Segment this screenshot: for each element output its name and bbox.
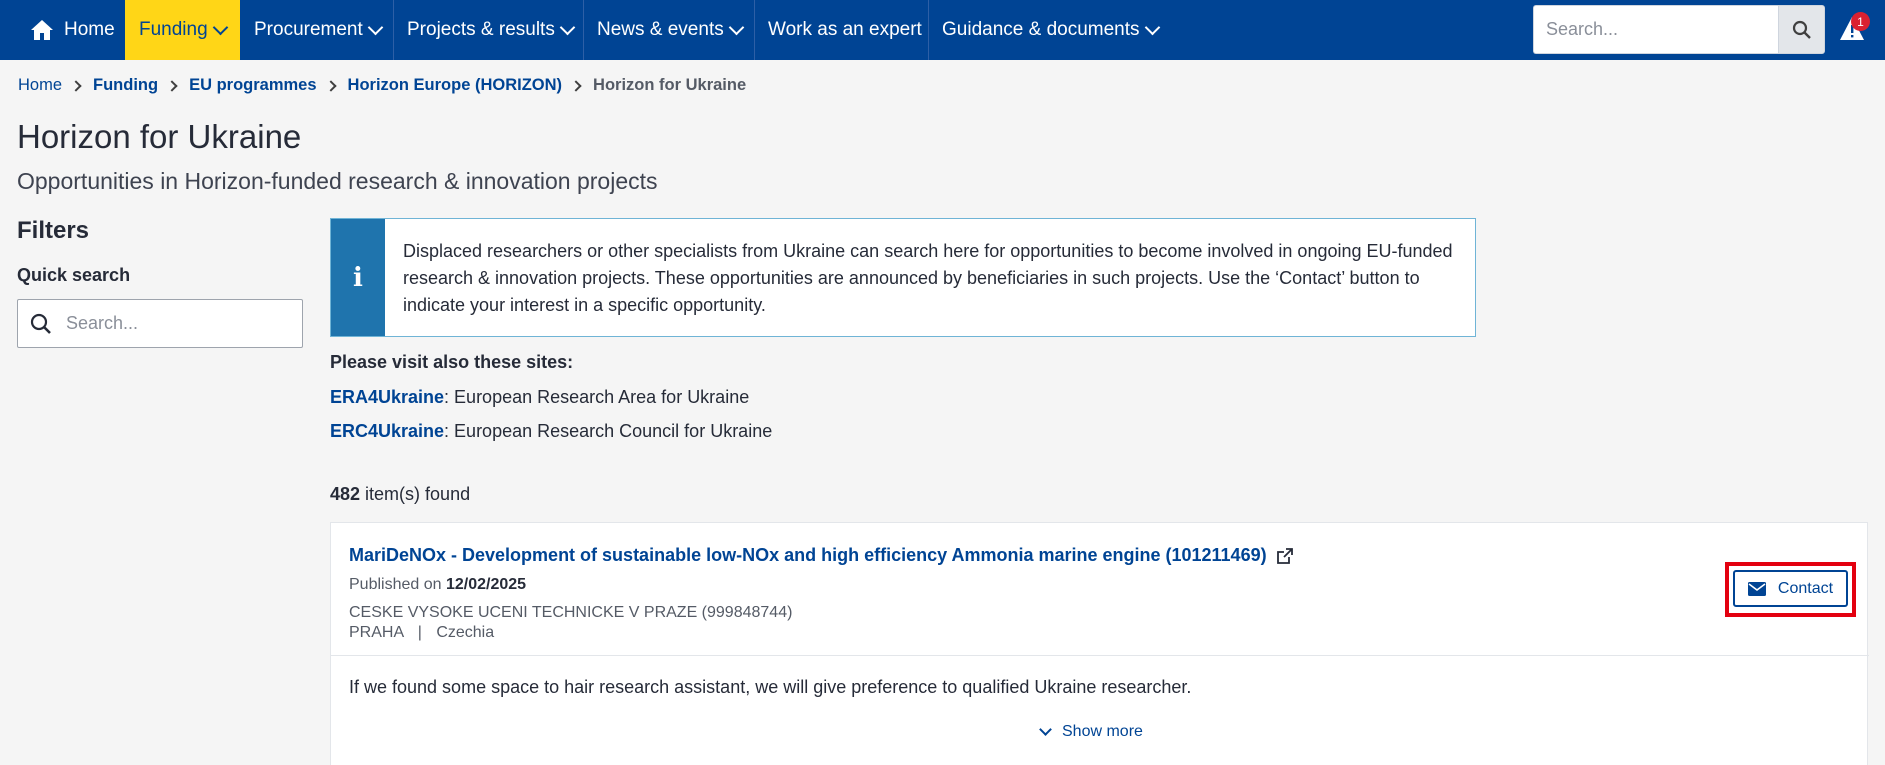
quick-search-label: Quick search	[17, 265, 131, 285]
nav-procurement[interactable]: Procurement	[240, 0, 395, 60]
nav-guidance-label: Guidance & documents	[942, 19, 1140, 40]
site-search-input[interactable]: Search...	[1533, 5, 1779, 54]
show-more-label: Show more	[1062, 723, 1143, 740]
search-icon	[1792, 20, 1811, 39]
opportunity-card: MariDeNOx - Development of sustainable l…	[330, 522, 1869, 765]
visit-site-desc: : European Research Council for Ukraine	[444, 421, 773, 441]
chevron-right-icon	[166, 79, 178, 92]
breadcrumb-horizon-europe[interactable]: Horizon Europe (HORIZON)	[348, 76, 562, 95]
published-date-value: 12/02/2025	[445, 576, 527, 593]
top-navigation: Home Funding Procurement Projects & resu…	[0, 0, 1885, 60]
nav-news-events[interactable]: News & events	[583, 0, 756, 60]
opportunity-title: MariDeNOx - Development of sustainable l…	[349, 545, 1267, 565]
alert-count-badge: 1	[1851, 12, 1870, 31]
results-count: 482 item(s) found	[330, 484, 470, 505]
era4ukraine-link[interactable]: ERA4Ukraine	[330, 387, 444, 407]
city: PRAHA	[349, 624, 404, 641]
search-icon	[30, 313, 51, 334]
nav-projects-results[interactable]: Projects & results	[393, 0, 587, 60]
info-line: Displaced researchers or other specialis…	[403, 241, 1453, 261]
nav-guidance-documents[interactable]: Guidance & documents	[928, 0, 1172, 60]
chevron-down-icon	[559, 19, 576, 35]
home-icon	[31, 20, 53, 40]
show-more-button[interactable]: Show more	[1039, 723, 1143, 741]
nav-home[interactable]: Home	[16, 0, 129, 60]
organisation-location: PRAHA | Czechia	[349, 624, 494, 642]
chevron-down-icon	[1144, 19, 1160, 35]
contact-button[interactable]: Contact	[1733, 570, 1848, 607]
nav-news-label: News & events	[597, 19, 724, 40]
nav-home-label: Home	[64, 19, 115, 40]
breadcrumb: Home Funding EU programmes Horizon Europ…	[18, 76, 746, 95]
chevron-down-icon	[1039, 723, 1052, 736]
external-link-icon	[1276, 547, 1293, 564]
chevron-right-icon	[570, 79, 582, 92]
chevron-right-icon	[324, 79, 337, 92]
page-subtitle: Opportunities in Horizon-funded research…	[17, 168, 658, 194]
results-count-suffix: item(s) found	[360, 484, 471, 504]
visit-site-row: ERC4Ukraine: European Research Council f…	[330, 421, 772, 442]
results-count-number: 482	[330, 484, 361, 504]
site-search-button[interactable]	[1778, 5, 1825, 54]
envelope-icon	[1747, 581, 1766, 596]
nav-procurement-label: Procurement	[254, 19, 363, 40]
organisation-name: CESKE VYSOKE UCENI TECHNICKE V PRAZE (99…	[349, 604, 793, 621]
chevron-down-icon	[728, 19, 745, 35]
breadcrumb-funding[interactable]: Funding	[93, 76, 158, 95]
contact-label: Contact	[1777, 579, 1834, 597]
info-text: Displaced researchers or other specialis…	[403, 238, 1463, 319]
page-title: Horizon for Ukraine	[17, 118, 302, 155]
opportunity-title-link[interactable]: MariDeNOx - Development of sustainable l…	[349, 545, 1293, 566]
breadcrumb-eu-programmes[interactable]: EU programmes	[189, 76, 316, 95]
info-line: research & innovation projects. These op…	[403, 268, 1420, 288]
visit-site-desc: : European Research Area for Ukraine	[444, 387, 750, 407]
breadcrumb-home[interactable]: Home	[18, 76, 62, 95]
opportunity-description: If we found some space to hair research …	[349, 677, 1192, 697]
quick-search-input[interactable]: Search...	[17, 299, 303, 348]
nav-funding-label: Funding	[139, 19, 208, 40]
info-notice: i Displaced researchers or other special…	[330, 218, 1476, 337]
card-divider	[331, 655, 1869, 656]
chevron-down-icon	[367, 19, 384, 35]
breadcrumb-current: Horizon for Ukraine	[593, 76, 747, 94]
filters-title: Filters	[17, 217, 90, 244]
country: Czechia	[436, 624, 495, 641]
published-prefix: Published on	[349, 576, 446, 593]
nav-work-as-expert[interactable]: Work as an expert	[754, 0, 936, 60]
nav-expert-label: Work as an expert	[768, 19, 922, 40]
nav-funding[interactable]: Funding	[125, 0, 240, 60]
nav-projects-label: Projects & results	[407, 19, 555, 40]
chevron-right-icon	[70, 79, 82, 92]
quick-search-placeholder: Search...	[66, 313, 139, 333]
info-icon: i	[331, 219, 385, 336]
visit-site-row: ERA4Ukraine: European Research Area for …	[330, 387, 749, 408]
published-date: Published on 12/02/2025	[349, 576, 526, 594]
chevron-down-icon	[212, 19, 228, 35]
info-line: indicate your interest in a specific opp…	[403, 295, 766, 315]
visit-sites-title: Please visit also these sites:	[330, 352, 574, 372]
site-search-placeholder: Search...	[1546, 19, 1619, 39]
erc4ukraine-link[interactable]: ERC4Ukraine	[330, 421, 444, 441]
location-separator: |	[417, 624, 422, 641]
